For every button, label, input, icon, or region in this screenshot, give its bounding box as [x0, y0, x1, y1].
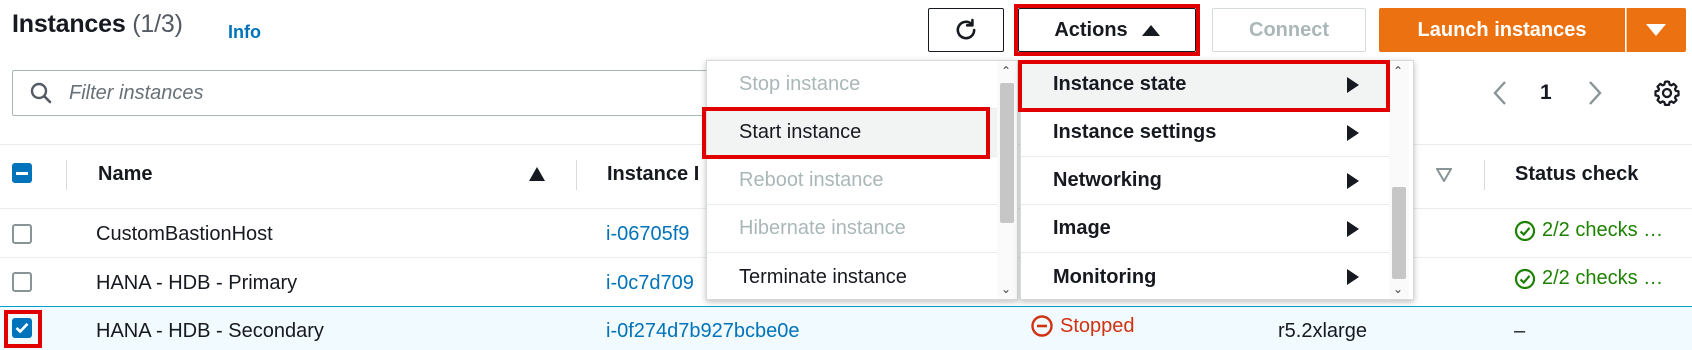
chevron-right-filled-icon: [1347, 172, 1359, 189]
search-icon: [30, 82, 52, 104]
page-title: Instances (1/3): [12, 10, 183, 39]
column-divider: [1484, 160, 1485, 190]
connect-button[interactable]: Connect: [1212, 8, 1366, 52]
check-circle-icon: [1514, 220, 1536, 241]
menu-item-image[interactable]: Image: [1021, 205, 1389, 253]
status-check-text: 2/2 checks …: [1542, 267, 1664, 289]
actions-menu: Instance state Instance settings Network…: [1020, 60, 1414, 300]
column-header-status-check[interactable]: Status check: [1515, 163, 1638, 186]
column-header-instance-id[interactable]: Instance I: [607, 163, 699, 186]
stop-circle-icon: [1031, 315, 1053, 337]
chevron-right-filled-icon: [1347, 220, 1359, 237]
status-check-text: –: [1514, 320, 1526, 342]
actions-menu-scrollbar[interactable]: ⌃ ⌄: [1389, 61, 1409, 299]
actions-button[interactable]: Actions: [1018, 8, 1196, 52]
menu-item-label: Instance settings: [1053, 121, 1217, 143]
column-divider: [576, 160, 577, 190]
row-checkbox[interactable]: [12, 272, 32, 292]
check-circle-icon: [1514, 268, 1536, 289]
caret-down-icon: [1646, 24, 1666, 36]
menu-item-label: Image: [1053, 217, 1111, 239]
filter-instances-field[interactable]: [12, 70, 712, 116]
menu-item-label: Networking: [1053, 169, 1162, 191]
menu-item-start-instance[interactable]: Start instance: [707, 109, 997, 157]
instance-id-link[interactable]: i-06705f9: [606, 223, 689, 246]
scroll-thumb[interactable]: [1000, 83, 1014, 223]
launch-options-dropdown[interactable]: [1625, 8, 1686, 52]
scroll-down-icon[interactable]: ⌄: [1001, 283, 1011, 295]
checkmark-icon: [15, 322, 29, 334]
sort-up-icon[interactable]: [528, 166, 546, 182]
scroll-thumb[interactable]: [1392, 187, 1406, 279]
menu-item-instance-settings[interactable]: Instance settings: [1021, 109, 1389, 157]
caret-up-icon: [1141, 24, 1160, 36]
instance-name: CustomBastionHost: [96, 223, 273, 245]
menu-item-reboot-instance[interactable]: Reboot instance: [707, 157, 997, 205]
launch-instances-button[interactable]: Launch instances: [1379, 8, 1625, 52]
chevron-right-filled-icon: [1347, 269, 1359, 285]
instance-state-submenu: Stop instance Start instance Reboot inst…: [706, 60, 1018, 300]
status-check: 2/2 checks …: [1514, 219, 1663, 242]
instance-type: r5.2xlarge: [1278, 320, 1367, 342]
chevron-right-filled-icon: [1347, 124, 1359, 141]
selection-count: (1/3): [132, 10, 183, 38]
next-page-button[interactable]: [1585, 76, 1605, 110]
actions-button-label: Actions: [1054, 18, 1128, 41]
column-divider: [66, 160, 67, 190]
submenu-scrollbar[interactable]: ⌃ ⌄: [997, 61, 1017, 299]
filter-input[interactable]: [67, 80, 631, 106]
scroll-down-icon[interactable]: ⌄: [1393, 283, 1403, 295]
scroll-up-icon[interactable]: ⌃: [1001, 65, 1011, 77]
instance-name: HANA - HDB - Secondary: [96, 320, 324, 342]
menu-item-networking[interactable]: Networking: [1021, 157, 1389, 205]
instance-state: Stopped: [1030, 314, 1135, 338]
instance-id-link[interactable]: i-0c7d709: [606, 272, 694, 295]
sort-down-icon[interactable]: [1436, 168, 1452, 182]
status-check: 2/2 checks …: [1514, 267, 1663, 290]
instance-state-text: Stopped: [1060, 314, 1135, 337]
scroll-up-icon[interactable]: ⌃: [1393, 65, 1403, 77]
previous-page-button[interactable]: [1490, 76, 1510, 110]
chevron-left-icon: [1493, 81, 1506, 105]
menu-item-monitoring[interactable]: Monitoring: [1021, 253, 1389, 301]
info-link[interactable]: Info: [228, 22, 261, 43]
page-number[interactable]: 1: [1540, 76, 1552, 110]
instance-id-link[interactable]: i-0f274d7b927bcbe0e: [606, 320, 800, 343]
row-checkbox[interactable]: [12, 224, 32, 244]
menu-item-label: Instance state: [1053, 73, 1187, 95]
preferences-button[interactable]: [1652, 78, 1682, 113]
menu-item-hibernate-instance[interactable]: Hibernate instance: [707, 205, 997, 253]
column-header-name[interactable]: Name: [98, 163, 152, 186]
instance-name: HANA - HDB - Primary: [96, 272, 298, 294]
status-check-text: 2/2 checks …: [1542, 219, 1664, 241]
menu-item-terminate-instance[interactable]: Terminate instance: [707, 253, 997, 301]
page-title-text: Instances: [12, 10, 126, 38]
chevron-right-icon: [1589, 81, 1602, 105]
chevron-right-filled-icon: [1347, 76, 1359, 93]
menu-item-stop-instance[interactable]: Stop instance: [707, 61, 997, 109]
select-all-checkbox[interactable]: [12, 163, 32, 183]
menu-item-label: Monitoring: [1053, 265, 1157, 288]
row-checkbox[interactable]: [12, 318, 32, 338]
menu-item-instance-state[interactable]: Instance state: [1021, 61, 1389, 109]
refresh-button[interactable]: [928, 8, 1004, 52]
gear-icon: [1654, 80, 1680, 106]
refresh-icon: [956, 18, 976, 40]
